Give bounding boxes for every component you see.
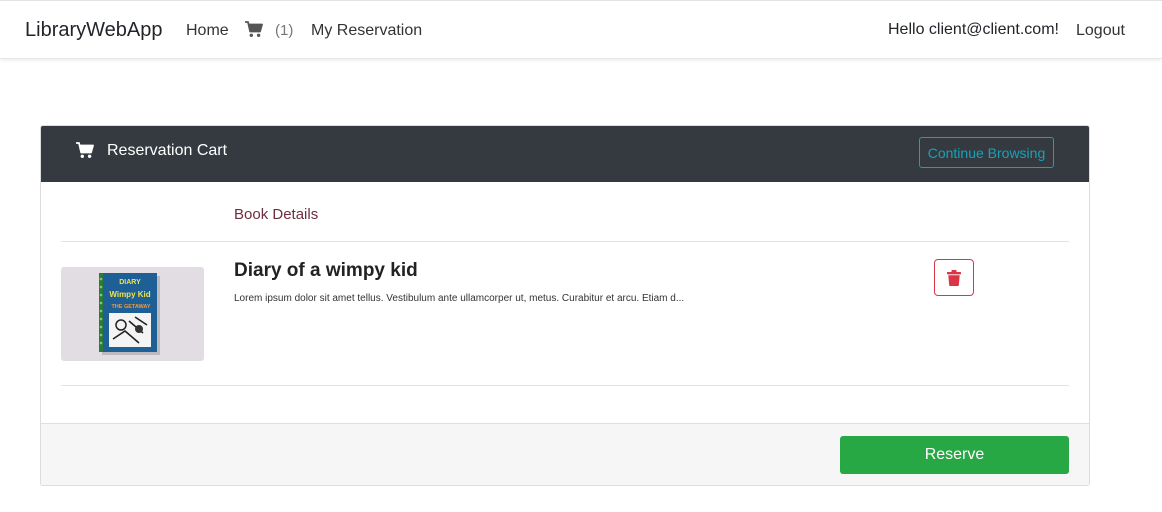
remove-item-button[interactable] (934, 259, 974, 296)
reserve-button[interactable]: Reserve (840, 436, 1069, 474)
book-cover-image: DIARY Wimpy Kid THE GETAWAY (99, 273, 160, 355)
top-navbar: LibraryWebApp Home (1) My Reservation He… (0, 0, 1162, 59)
svg-text:DIARY: DIARY (119, 279, 141, 286)
card-footer: Reserve (41, 423, 1089, 485)
card-title: Reservation Cart (107, 142, 228, 159)
book-cover-thumbnail: DIARY Wimpy Kid THE GETAWAY (61, 267, 204, 361)
continue-browsing-button[interactable]: Continue Browsing (919, 137, 1054, 168)
svg-text:Wimpy Kid: Wimpy Kid (109, 290, 150, 299)
nav-my-reservation-link[interactable]: My Reservation (311, 22, 422, 40)
book-description: Lorem ipsum dolor sit amet tellus. Vesti… (234, 293, 685, 304)
user-greeting-link[interactable]: Hello client@client.com! (888, 21, 1059, 39)
book-title[interactable]: Diary of a wimpy kid (234, 260, 418, 282)
card-header: Reservation Cart Continue Browsing (41, 126, 1089, 182)
row-divider (61, 385, 1069, 386)
cart-icon (245, 21, 263, 37)
nav-home-link[interactable]: Home (186, 22, 229, 40)
book-details-header: Book Details (234, 206, 319, 223)
cart-icon (76, 142, 94, 164)
brand-link[interactable]: LibraryWebApp (25, 19, 162, 42)
cart-count-badge: (1) (275, 22, 294, 39)
logout-link[interactable]: Logout (1076, 22, 1125, 40)
row-divider (61, 241, 1069, 242)
trash-icon (947, 269, 961, 286)
nav-cart-link[interactable]: (1) (245, 20, 293, 39)
reservation-cart-card: Reservation Cart Continue Browsing Book … (40, 125, 1090, 486)
svg-text:THE GETAWAY: THE GETAWAY (111, 304, 150, 310)
